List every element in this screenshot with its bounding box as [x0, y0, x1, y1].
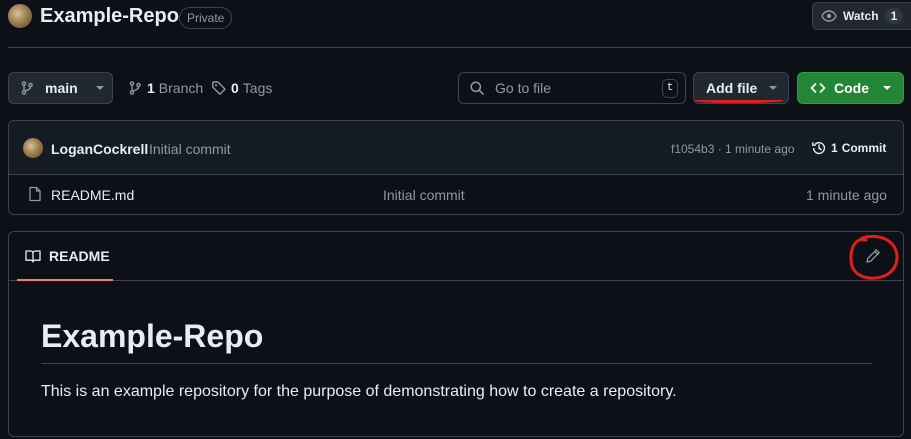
tags-link[interactable]: 0 Tags — [211, 80, 272, 96]
go-to-file-search[interactable]: t — [458, 72, 686, 104]
commit-author[interactable]: LoganCockrell — [51, 141, 148, 157]
watch-button[interactable]: Watch 1 — [812, 2, 911, 30]
chevron-down-icon — [883, 86, 891, 90]
edit-readme-button[interactable] — [862, 244, 884, 268]
readme-tab-label: README — [49, 247, 110, 264]
heading-divider — [41, 363, 872, 364]
watch-label: Watch — [843, 9, 879, 23]
file-commit-message[interactable]: Initial commit — [383, 187, 465, 203]
search-icon — [469, 80, 485, 96]
tag-label: Tags — [242, 80, 273, 96]
file-icon — [27, 186, 43, 202]
owner-avatar[interactable] — [8, 4, 32, 28]
commit-count: 1 — [831, 141, 838, 155]
keyboard-shortcut-hint: t — [662, 79, 678, 98]
code-button[interactable]: Code — [797, 72, 904, 104]
readme-heading: Example-Repo — [41, 318, 264, 354]
git-branch-icon — [19, 80, 35, 96]
chevron-down-icon — [769, 86, 778, 90]
readme-body: This is an example repository for the pu… — [41, 383, 677, 400]
commit-label: Commit — [841, 141, 887, 155]
branch-label: Branch — [158, 80, 204, 96]
pencil-icon — [865, 248, 881, 264]
file-row[interactable]: README.md Initial commit 1 minute ago — [9, 175, 903, 214]
book-icon — [25, 248, 41, 264]
history-icon — [811, 140, 827, 156]
file-list: LoganCockrell Initial commit f1054b3 · 1… — [8, 120, 904, 215]
branch-count: 1 — [147, 80, 155, 96]
go-to-file-input[interactable] — [495, 80, 645, 96]
file-name[interactable]: README.md — [51, 187, 134, 203]
header-divider — [8, 47, 911, 48]
author-avatar[interactable] — [23, 138, 43, 158]
watch-count: 1 — [884, 8, 904, 24]
branch-selector-button[interactable]: main — [8, 72, 113, 104]
readme-panel: README Example-Repo This is an example r… — [8, 231, 904, 437]
file-updated-time: 1 minute ago — [806, 187, 887, 203]
commits-link[interactable]: 1 Commit — [811, 140, 886, 156]
readme-tab-bar: README — [9, 232, 903, 281]
add-file-label: Add file — [706, 80, 758, 96]
tag-count: 0 — [231, 80, 239, 96]
code-label: Code — [834, 80, 869, 96]
tag-icon — [211, 80, 227, 96]
branches-link[interactable]: 1 Branch — [127, 80, 203, 96]
latest-commit-row: LoganCockrell Initial commit f1054b3 · 1… — [9, 121, 903, 175]
code-icon — [810, 80, 826, 96]
annotation-underline — [695, 97, 783, 103]
chevron-down-icon — [95, 86, 104, 90]
commit-hash-time[interactable]: f1054b3 · 1 minute ago — [671, 142, 794, 156]
eye-icon — [821, 8, 837, 24]
visibility-badge: Private — [179, 7, 233, 29]
commit-message[interactable]: Initial commit — [149, 141, 231, 157]
branch-name: main — [45, 80, 78, 96]
git-branch-icon — [127, 80, 143, 96]
repo-name[interactable]: Example-Repo — [40, 5, 179, 28]
tab-readme[interactable]: README — [17, 232, 113, 281]
